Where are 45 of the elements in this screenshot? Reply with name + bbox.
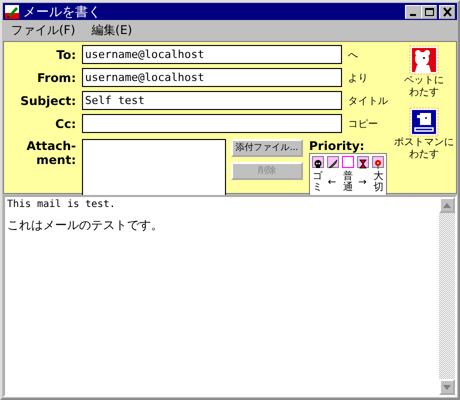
pencil-icon bbox=[5, 4, 19, 18]
menu-item[interactable]: ファイル(F) bbox=[11, 22, 76, 38]
scroll-down-button[interactable] bbox=[439, 379, 455, 395]
input-field[interactable] bbox=[82, 114, 342, 133]
attachment-label: Attach- ment: bbox=[26, 139, 77, 167]
send-button[interactable]: ポストマンにわたす bbox=[393, 107, 455, 161]
priority-caption: ← bbox=[328, 176, 338, 190]
up-arrow-icon bbox=[443, 202, 451, 208]
priority-option[interactable] bbox=[326, 156, 339, 168]
body-text: This mail is test. bbox=[7, 199, 116, 210]
body-text: これはメールのテストです。 bbox=[7, 217, 164, 234]
field-suffix: へ bbox=[347, 48, 358, 62]
down-arrow-icon bbox=[443, 384, 451, 390]
bear-icon bbox=[409, 45, 439, 75]
action-button[interactable]: 添付ファイル... bbox=[231, 139, 303, 157]
scrollbar[interactable] bbox=[439, 197, 455, 395]
close-icon bbox=[442, 6, 452, 16]
scroll-up-button[interactable] bbox=[439, 197, 455, 213]
close-button[interactable] bbox=[439, 4, 455, 18]
input-field[interactable]: Self test bbox=[82, 91, 342, 110]
priority-option[interactable] bbox=[312, 156, 324, 168]
message-body[interactable]: This mail is test. これはメールのテストです。 bbox=[3, 195, 457, 397]
maximize-icon bbox=[424, 8, 434, 16]
priority-caption: → bbox=[358, 176, 368, 190]
field-suffix: コピー bbox=[347, 118, 378, 130]
input-field[interactable]: username@localhost bbox=[82, 45, 342, 64]
minimize-icon bbox=[410, 14, 416, 16]
window-title: メールを書く bbox=[23, 4, 102, 20]
maximize-button[interactable] bbox=[421, 4, 437, 18]
field-label: Cc: bbox=[54, 116, 77, 130]
priority-caption: 普通 bbox=[343, 171, 353, 193]
field-label: From: bbox=[36, 70, 77, 84]
menu-item[interactable]: 編集(E) bbox=[91, 22, 132, 38]
priority-label: Priority: bbox=[309, 139, 366, 153]
minimize-button[interactable] bbox=[405, 4, 421, 18]
priority-option[interactable] bbox=[357, 156, 370, 168]
postman-icon bbox=[409, 107, 439, 137]
field-label: To: bbox=[55, 48, 77, 62]
field-suffix: より bbox=[347, 72, 368, 84]
priority-caption: 大切 bbox=[373, 171, 384, 193]
priority-caption: ゴミ bbox=[312, 171, 323, 193]
send-button[interactable]: ペットにわたす bbox=[403, 45, 445, 99]
field-suffix: タイトル bbox=[347, 94, 388, 108]
field-label: Subject: bbox=[19, 94, 77, 108]
input-field[interactable]: username@localhost bbox=[82, 68, 342, 87]
